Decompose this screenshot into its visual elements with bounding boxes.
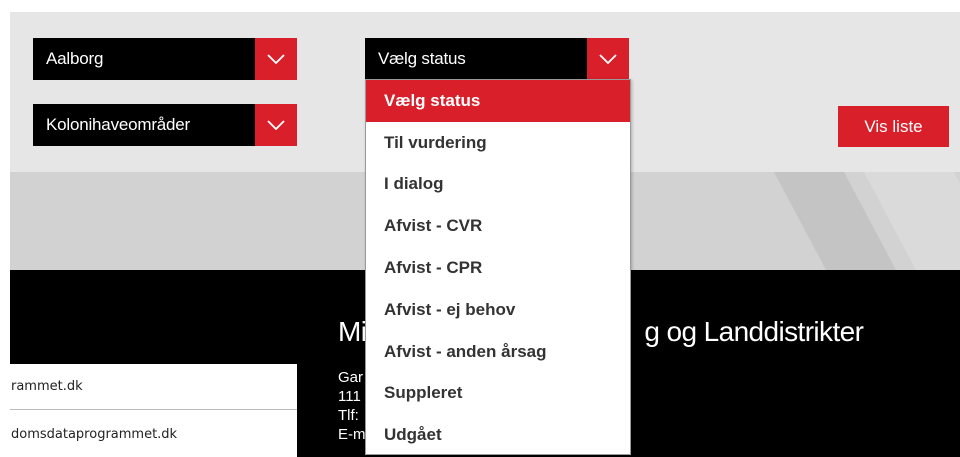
status-option-afvist-anden-aarsag[interactable]: Afvist - anden årsag [366,331,630,373]
status-select-value: Vælg status [378,49,466,68]
footer-link[interactable]: rammet.dk [10,364,297,410]
footer-title-end: g og Landdistrikter [644,316,864,347]
status-option-i-dialog[interactable]: I dialog [366,164,630,206]
area-type-select-value: Kolonihaveområder [46,115,191,134]
vis-liste-button[interactable]: Vis liste [838,106,949,147]
footer-links: rammet.dk domsdataprogrammet.dk [10,364,297,457]
status-option-afvist-cpr[interactable]: Afvist - CPR [366,247,630,289]
status-option-suppleret[interactable]: Suppleret [366,373,630,415]
city-select-value: Aalborg [46,49,104,68]
footer-title-start: Mi [338,316,367,347]
status-select[interactable]: Vælg status [365,38,629,80]
chevron-down-icon[interactable] [255,104,297,146]
footer-link[interactable]: domsdataprogrammet.dk [10,411,297,457]
status-option-afvist-cvr[interactable]: Afvist - CVR [366,205,630,247]
status-option-vaelg-status[interactable]: Vælg status [366,80,630,122]
area-type-select[interactable]: Kolonihaveområder [33,104,297,146]
city-select[interactable]: Aalborg [33,38,297,80]
chevron-down-icon[interactable] [587,38,629,80]
status-dropdown-menu: Vælg status Til vurdering I dialog Afvis… [365,79,631,455]
status-option-afvist-ej-behov[interactable]: Afvist - ej behov [366,289,630,331]
status-option-til-vurdering[interactable]: Til vurdering [366,122,630,164]
status-option-udgaaet[interactable]: Udgået [366,414,630,456]
chevron-down-icon[interactable] [255,38,297,80]
